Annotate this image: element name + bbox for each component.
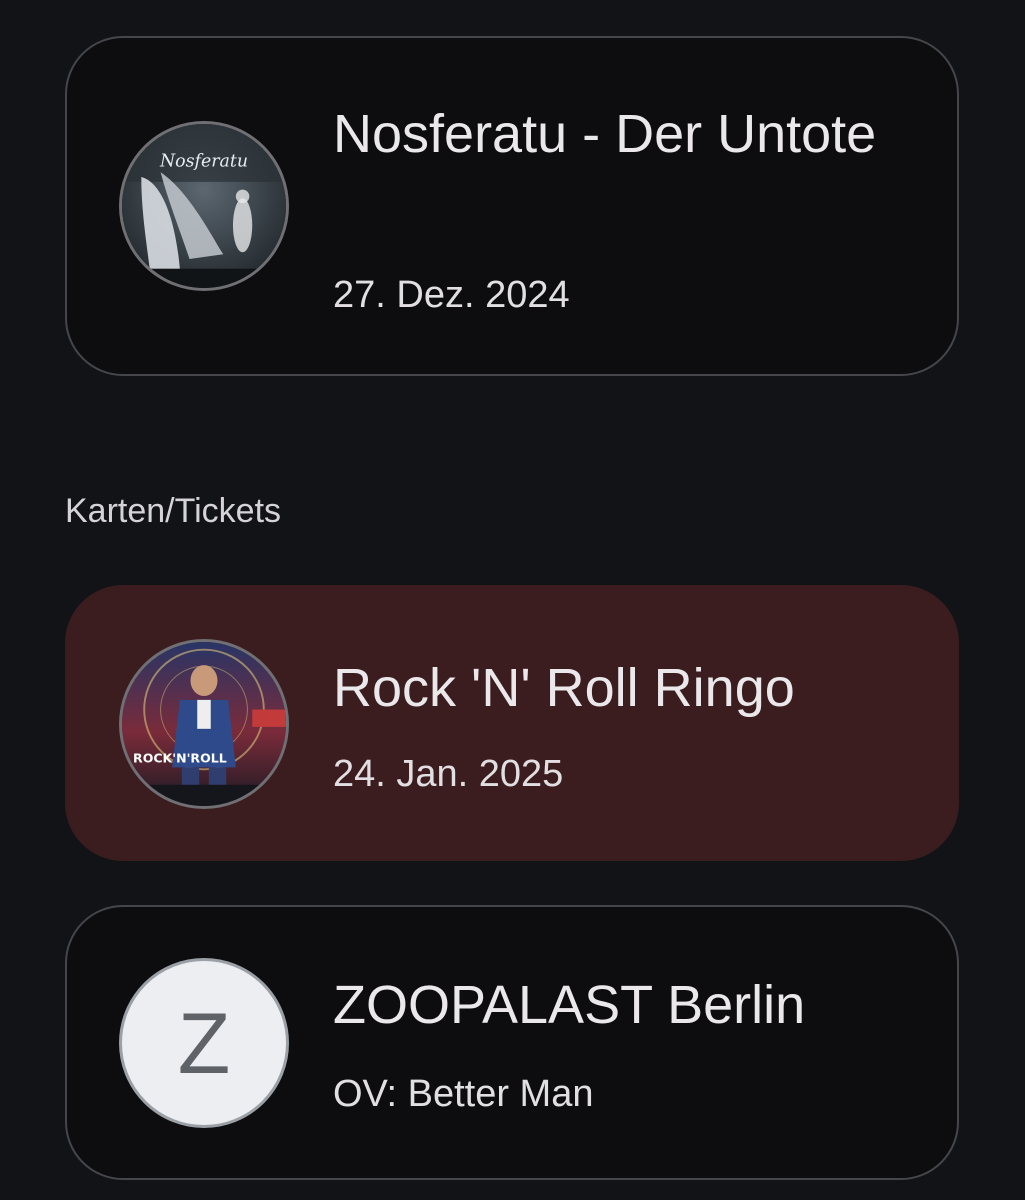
ticket-title: Rock 'N' Roll Ringo	[333, 658, 795, 718]
section-heading-tickets: Karten/Tickets	[65, 492, 282, 530]
ticket-date: 24. Jan. 2025	[333, 753, 564, 795]
ticket-subtitle: OV: Better Man	[333, 1073, 594, 1115]
svg-text:ROCK'N'ROLL: ROCK'N'ROLL	[133, 751, 227, 766]
ticket-title: ZOOPALAST Berlin	[333, 975, 806, 1035]
event-card-nosferatu[interactable]: Nosferatu Nosferatu - Der Untote 27. Dez…	[65, 36, 959, 376]
nosferatu-poster-image: Nosferatu	[122, 124, 286, 288]
svg-text:Nosferatu: Nosferatu	[159, 151, 248, 171]
avatar-letter: Z	[177, 996, 231, 1092]
movie-poster-thumbnail: ROCK'N'ROLL	[119, 639, 289, 809]
ticket-card-rock-n-roll-ringo[interactable]: ROCK'N'ROLL Rock 'N' Roll Ringo 24. Jan.…	[65, 585, 959, 861]
letter-avatar: Z	[119, 958, 289, 1128]
ticket-card-zoopalast-berlin[interactable]: Z ZOOPALAST Berlin OV: Better Man	[65, 905, 959, 1180]
rock-n-roll-ringo-poster-image: ROCK'N'ROLL	[122, 642, 286, 806]
event-title: Nosferatu - Der Untote	[333, 104, 877, 164]
event-date: 27. Dez. 2024	[333, 274, 570, 316]
movie-poster-thumbnail: Nosferatu	[119, 121, 289, 291]
